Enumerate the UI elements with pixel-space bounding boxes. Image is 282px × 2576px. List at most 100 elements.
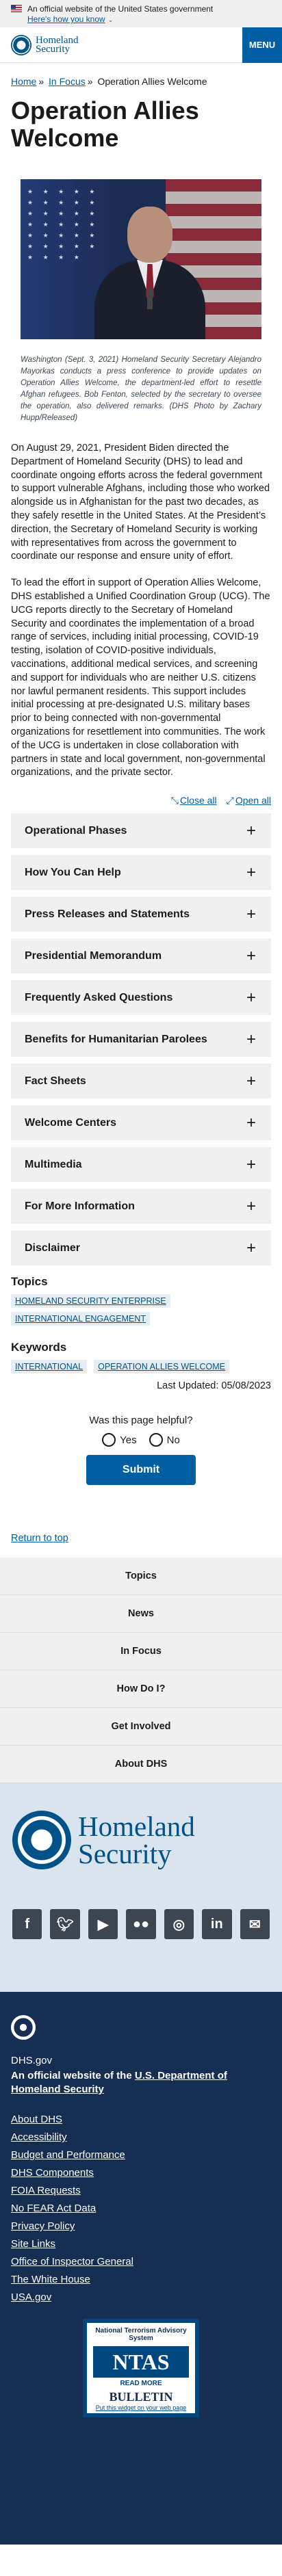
plus-icon: + [246,946,256,965]
footer-link[interactable]: Site Links [11,2237,271,2250]
article-body: On August 29, 2021, President Biden dire… [0,424,282,780]
social-links: f 🐦︎ ▶ ●● ◎ in ✉ [12,1869,270,1940]
dhs-logo[interactable]: Homeland Security [11,34,78,55]
yes-radio[interactable]: Yes [102,1433,137,1447]
plus-icon: + [246,1196,256,1215]
accordion-item[interactable]: Multimedia + [11,1147,271,1183]
youtube-icon[interactable]: ▶ [88,1909,118,1940]
dhs-seal-icon [11,34,31,55]
submit-button[interactable]: Submit [86,1455,196,1486]
menu-button[interactable]: MENU [242,27,282,63]
plus-icon: + [246,1238,256,1257]
no-radio[interactable]: No [149,1433,180,1447]
accordion-item[interactable]: How You Can Help + [11,855,271,891]
footer-nav: Topics News In Focus How Do I? Get Invol… [0,1558,282,1784]
open-all-button[interactable]: ⤢ Open all [227,795,271,806]
paragraph: To lead the effort in support of Operati… [11,577,270,778]
plus-icon: + [246,1155,256,1174]
breadcrumb-home[interactable]: Home [11,76,36,87]
accordion-item[interactable]: Benefits for Humanitarian Parolees + [11,1022,271,1057]
ntas-widget-link[interactable]: Put this widget on your web page [87,2404,195,2411]
footer-link[interactable]: About DHS [11,2113,271,2126]
keyword-tag[interactable]: INTERNATIONAL [11,1360,88,1374]
footer-nav-item[interactable]: In Focus [0,1633,282,1671]
footer-nav-item[interactable]: Topics [0,1558,282,1596]
topic-tag[interactable]: HOMELAND SECURITY ENTERPRISE [11,1294,170,1309]
collapse-icon: ⤡ [170,795,179,806]
plus-icon: + [246,1071,256,1090]
plus-icon: + [246,904,256,923]
breadcrumb-current: Operation Allies Welcome [97,76,207,87]
email-icon[interactable]: ✉ [240,1909,270,1940]
footer-link[interactable]: No FEAR Act Data [11,2202,271,2215]
breadcrumb-in-focus[interactable]: In Focus [49,76,86,87]
brand-line-2: Security [78,1838,172,1870]
page-title: Operation Allies Welcome [11,96,199,152]
footer-link[interactable]: Budget and Performance [11,2148,271,2161]
plus-icon: + [246,863,256,882]
plus-icon: + [246,1113,256,1132]
footer-nav-item[interactable]: How Do I? [0,1670,282,1709]
official-statement: An official website of the U.S. Departme… [11,2070,227,2096]
breadcrumb: Home» In Focus» Operation Allies Welcome [11,76,207,87]
close-all-button[interactable]: ⤡ Close all [171,795,217,806]
accordion-controls: ⤡ Close all ⤢ Open all [0,780,282,806]
footer-logo[interactable]: Homeland Security [12,1811,270,1870]
accordion-item[interactable]: Press Releases and Statements + [11,897,271,932]
paragraph: On August 29, 2021, President Biden dire… [11,443,270,562]
footer-nav-item[interactable]: About DHS [0,1746,282,1784]
instagram-icon[interactable]: ◎ [164,1909,194,1940]
facebook-icon[interactable]: f [12,1909,42,1940]
keyword-tag[interactable]: OPERATION ALLIES WELCOME [94,1360,230,1374]
footer-link[interactable]: Office of Inspector General [11,2255,271,2268]
footer-link[interactable]: FOIA Requests [11,2184,271,2197]
gov-banner: An official website of the United States… [0,0,282,27]
dhs-seal-icon [12,1811,71,1870]
photo-caption: Washington (Sept. 3, 2021) Homeland Secu… [21,356,261,422]
site-header: Homeland Security MENU [0,27,282,63]
topic-tag[interactable]: INTERNATIONAL ENGAGEMENT [11,1312,150,1326]
accordion-item[interactable]: Operational Phases + [11,813,271,849]
accordion-item[interactable]: Presidential Memorandum + [11,938,271,974]
ntas-read-more[interactable]: READ MORE [87,2380,195,2387]
footer-link[interactable]: DHS Components [11,2166,271,2179]
accordion-item[interactable]: Welcome Centers + [11,1105,271,1141]
plus-icon: + [246,988,256,1007]
accordion: Operational Phases + How You Can Help + Pr… [0,806,282,1266]
plus-icon: + [246,821,256,840]
footer-link[interactable]: Privacy Policy [11,2220,271,2233]
us-flag-icon [11,5,22,12]
chevron-down-icon: ⌄ [107,16,114,23]
keywords-list: INTERNATIONAL OPERATION ALLIES WELCOME [0,1354,282,1378]
footer-link[interactable]: The White House [11,2273,271,2286]
footer-links: About DHS Accessibility Budget and Perfo… [11,2113,271,2304]
logo-line-2: Security [36,43,70,55]
keywords-heading: Keywords [11,1341,67,1354]
accordion-item[interactable]: Fact Sheets + [11,1064,271,1099]
footer-nav-item[interactable]: Get Involved [0,1708,282,1746]
topics-heading: Topics [11,1275,48,1289]
return-to-top-link[interactable]: Return to top [11,1533,68,1544]
accordion-item[interactable]: Disclaimer + [11,1231,271,1266]
footer-link[interactable]: USA.gov [11,2291,271,2304]
how-you-know-link[interactable]: Here's how you know ⌄ [11,14,113,25]
last-updated: Last Updated: 05/08/2023 [157,1380,271,1392]
feedback-question: Was this page helpful? [89,1415,193,1427]
gov-banner-text: An official website of the United States… [27,4,214,14]
ntas-widget[interactable]: National Terrorism Advisory System NTAS … [83,2319,199,2418]
ntas-title: National Terrorism Advisory System [95,2327,187,2343]
footer-identifier: DHS.gov An official website of the U.S. … [0,1992,282,2545]
linkedin-icon[interactable]: in [202,1909,232,1940]
accordion-item[interactable]: Frequently Asked Questions + [11,980,271,1016]
flickr-icon[interactable]: ●● [126,1909,156,1940]
twitter-icon[interactable]: 🐦︎ [50,1909,80,1940]
ntas-bulletin: BULLETIN [109,2390,173,2404]
hero-photo: ★ ★ ★ ★ ★ ★ ★ ★ ★ ★ ★ ★ ★ ★ ★ ★ ★ ★ ★ ★ … [21,179,261,339]
site-domain: DHS.gov [11,2055,53,2067]
footer-link[interactable]: Accessibility [11,2131,271,2144]
accordion-item[interactable]: For More Information + [11,1189,271,1224]
brand-line-1: Homeland [78,1811,195,1843]
footer-brand: Homeland Security f 🐦︎ ▶ ●● ◎ in ✉ [0,1783,282,1993]
footer-nav-item[interactable]: News [0,1595,282,1633]
ntas-logo: NTAS [93,2346,189,2378]
